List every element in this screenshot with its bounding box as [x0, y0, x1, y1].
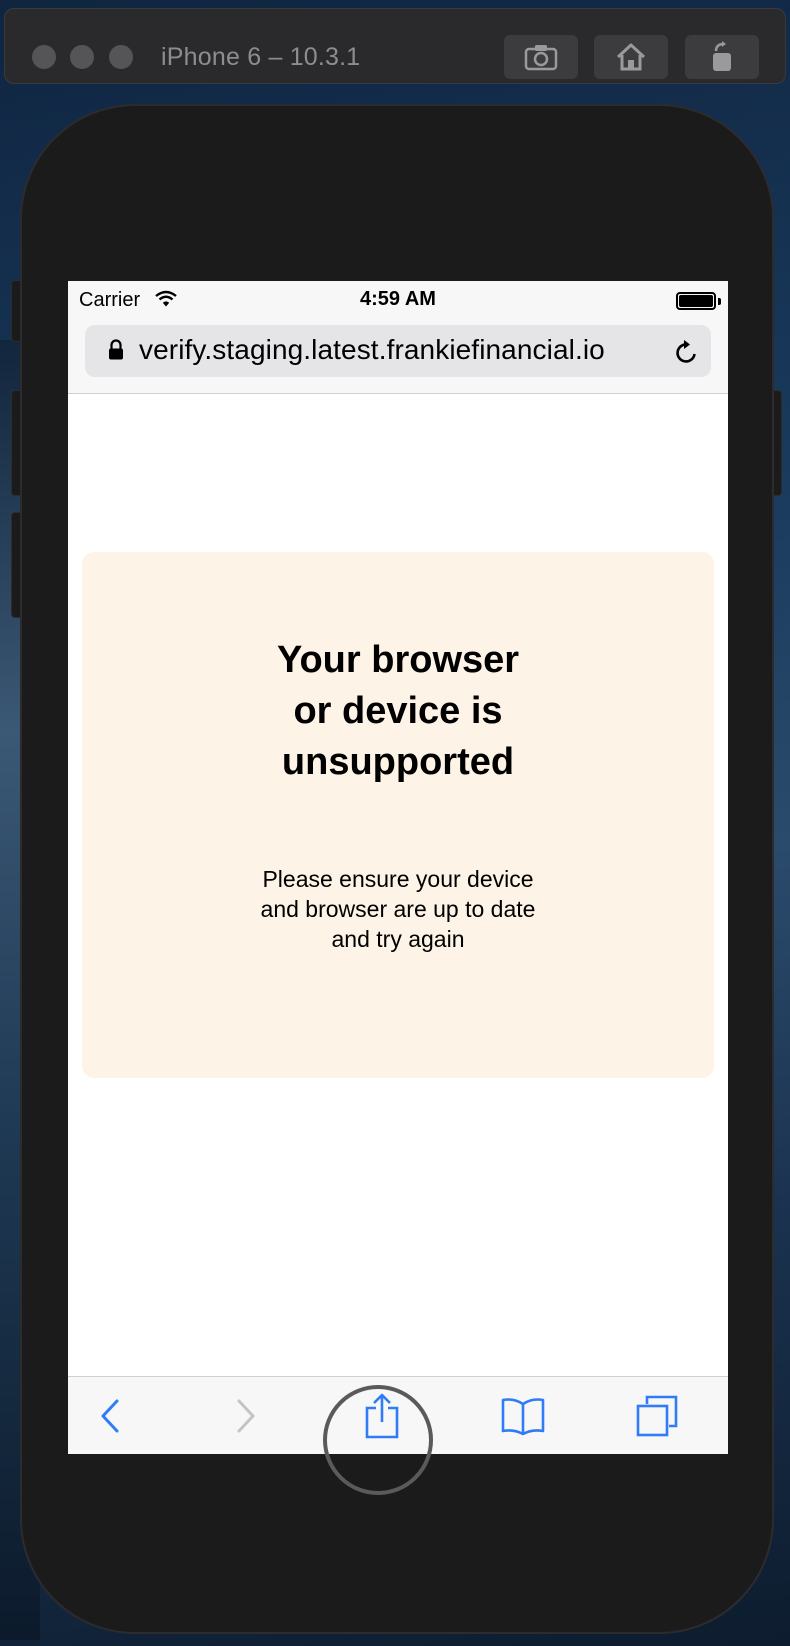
address-bar[interactable]: verify.staging.latest.frankiefinancial.i… — [85, 325, 711, 377]
title-line: unsupported — [281, 741, 515, 783]
unsupported-card: Your browser or device is unsupported Pl… — [82, 552, 714, 1078]
message-line: Please ensure your device — [262, 866, 534, 892]
bookmarks-button[interactable] — [499, 1392, 547, 1440]
screenshot-button[interactable] — [504, 35, 578, 79]
screenshot-icon — [524, 45, 558, 71]
tabs-button[interactable] — [633, 1392, 681, 1440]
home-button[interactable] — [594, 35, 668, 79]
close-window-button[interactable] — [32, 45, 56, 69]
minimize-window-button[interactable] — [70, 45, 94, 69]
title-line: or device is — [293, 690, 503, 732]
url-text[interactable]: verify.staging.latest.frankiefinancial.i… — [139, 334, 605, 366]
simulator-title: iPhone 6 – 10.3.1 — [161, 43, 361, 71]
forward-button[interactable] — [222, 1392, 270, 1440]
simulator-title-bar: iPhone 6 – 10.3.1 — [4, 8, 786, 84]
status-bar: Carrier 4:59 AM — [68, 281, 728, 321]
page-title: Your browser or device is unsupported — [82, 635, 714, 788]
home-icon — [616, 43, 646, 71]
zoom-window-button[interactable] — [109, 45, 133, 69]
back-button[interactable] — [86, 1392, 134, 1440]
title-line: Your browser — [276, 639, 520, 681]
tabs-icon — [636, 1395, 678, 1437]
battery-tip — [718, 298, 721, 305]
message-line: and try again — [331, 926, 465, 952]
rotate-icon — [713, 41, 731, 71]
page-message: Please ensure your device and browser ar… — [82, 864, 714, 954]
battery-icon — [676, 292, 716, 310]
device-home-button[interactable] — [323, 1385, 433, 1495]
browser-navbar: verify.staging.latest.frankiefinancial.i… — [68, 321, 728, 394]
lock-icon — [109, 339, 123, 360]
reload-icon[interactable] — [674, 337, 700, 365]
device-screen: Carrier 4:59 AM verify.staging.latest.fr… — [68, 281, 728, 1454]
bookmarks-icon — [501, 1398, 545, 1436]
status-time: 4:59 AM — [360, 288, 436, 310]
message-line: and browser are up to date — [260, 896, 536, 922]
forward-icon — [237, 1399, 255, 1433]
back-icon — [101, 1399, 119, 1433]
rotate-button[interactable] — [685, 35, 759, 79]
